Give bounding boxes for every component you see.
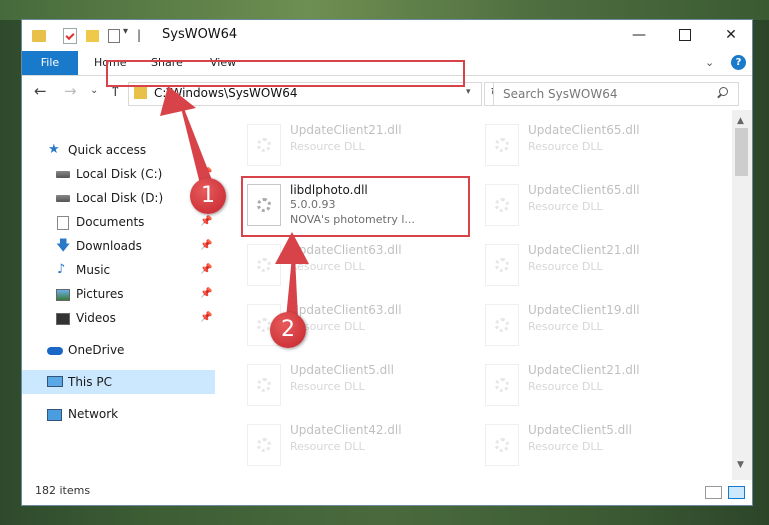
arrow-2-head [275,232,309,264]
step-2-badge: 2 [270,312,306,348]
arrow-1-head [160,86,196,116]
step-1-badge: 1 [190,178,226,214]
annotation-arrows [160,86,309,318]
